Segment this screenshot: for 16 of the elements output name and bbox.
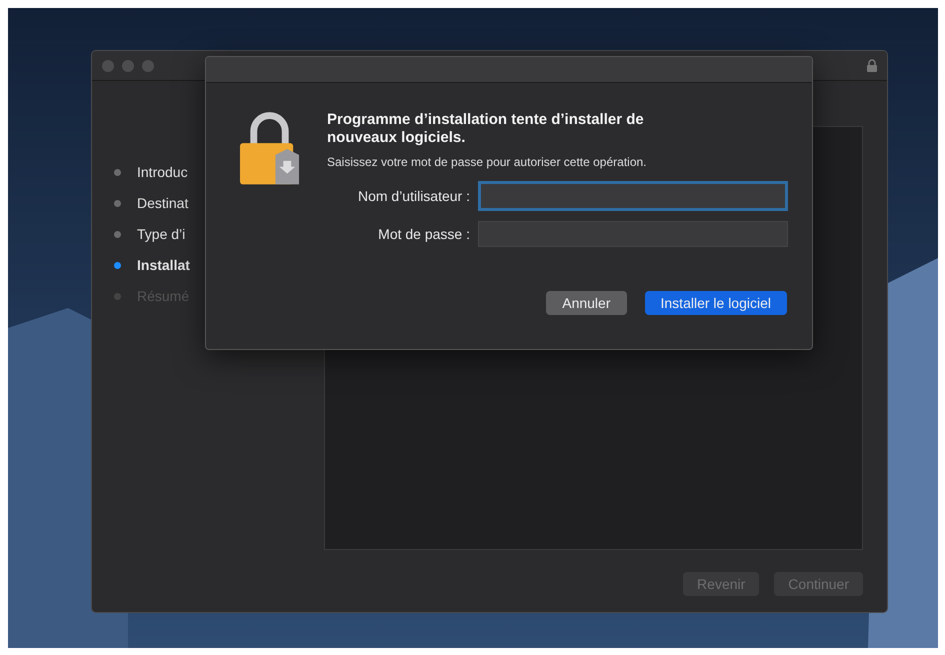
step-label: Introduc [137,163,188,182]
dialog-message: Saisissez votre mot de passe pour autoriser cette opération. [327,154,648,171]
dialog-title: Programme d’installation tente d’installer de nouveaux logiciels. [327,111,645,147]
password-field[interactable] [478,221,788,247]
field-label: Nom d’utilisateur : [358,186,470,206]
minimize-button[interactable] [122,60,134,72]
zoom-button[interactable] [142,60,154,72]
field-label: Mot de passe : [378,224,470,244]
lock-icon [867,59,877,72]
step-label: Type d’i [137,225,186,244]
step-label: Destinat [137,194,188,213]
close-button[interactable] [102,60,114,72]
step-label: Installat [137,256,190,275]
username-field[interactable] [478,181,788,211]
install-button[interactable]: Installer le logiciel [644,291,787,315]
cancel-button[interactable]: Annuler [546,291,626,315]
